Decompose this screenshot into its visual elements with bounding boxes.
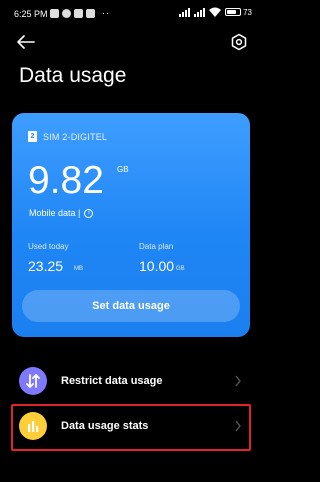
data-plan-label: Data plan bbox=[139, 242, 174, 251]
sim-label: SIM 2-DIGITEL bbox=[43, 131, 108, 142]
restrict-data-usage-item[interactable]: Restrict data usage bbox=[0, 363, 262, 403]
settings-gear-icon[interactable] bbox=[230, 33, 248, 51]
more-notifications-icon: ·· bbox=[102, 8, 110, 18]
battery-icon: 73 bbox=[225, 8, 252, 17]
sim-card-icon: 2 bbox=[28, 131, 37, 142]
highlight-box bbox=[11, 404, 251, 451]
mobile-data-label-row: Mobile data | i bbox=[29, 208, 94, 218]
mobile-data-label: Mobile data | bbox=[29, 208, 81, 218]
restrict-icon bbox=[19, 367, 47, 395]
set-data-usage-button[interactable]: Set data usage bbox=[22, 290, 240, 322]
info-icon[interactable]: i bbox=[84, 208, 94, 218]
used-today-value: 23.25 bbox=[28, 258, 64, 274]
back-arrow-icon[interactable] bbox=[16, 34, 36, 50]
signal-icon bbox=[179, 7, 191, 17]
page-title: Data usage bbox=[19, 64, 127, 87]
data-usage-card: 2 SIM 2-DIGITEL 9.82 GB Mobile data | i … bbox=[12, 113, 250, 337]
status-indicators: 73 bbox=[179, 7, 252, 17]
status-time: 6:25 PM bbox=[14, 9, 48, 19]
data-plan-value: 10.00 bbox=[139, 258, 175, 274]
notification-icon bbox=[50, 8, 59, 18]
notification-icons: ·· bbox=[50, 8, 110, 18]
total-usage-unit: GB bbox=[117, 165, 129, 174]
restrict-data-usage-label: Restrict data usage bbox=[61, 375, 163, 387]
wifi-icon bbox=[209, 7, 222, 17]
data-plan-unit: GB bbox=[176, 266, 185, 272]
youtube-icon bbox=[74, 8, 83, 18]
status-bar: 6:25 PM ·· 73 bbox=[0, 0, 262, 28]
signal-icon bbox=[194, 7, 206, 17]
sim-indicator: 2 SIM 2-DIGITEL bbox=[28, 131, 107, 142]
battery-level: 73 bbox=[243, 7, 252, 17]
used-today-label: Used today bbox=[28, 242, 69, 251]
youtube-icon bbox=[86, 8, 95, 18]
total-usage-value: 9.82 bbox=[28, 159, 104, 202]
whatsapp-icon bbox=[62, 8, 71, 18]
top-bar bbox=[0, 30, 262, 56]
used-today-unit: MB bbox=[74, 266, 83, 272]
chevron-right-icon bbox=[235, 375, 241, 387]
